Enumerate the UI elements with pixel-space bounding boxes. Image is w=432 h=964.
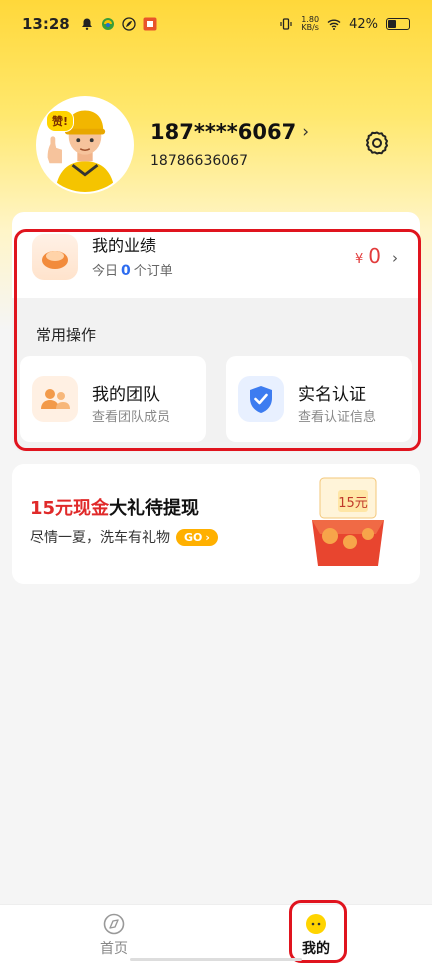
me-face-icon xyxy=(306,914,326,934)
promo-go-button[interactable]: GO › xyxy=(176,528,218,546)
bottom-nav: 首页 我的 xyxy=(0,904,432,964)
bell-icon xyxy=(81,18,92,30)
real-name-verify-card[interactable]: 实名认证 查看认证信息 xyxy=(226,356,412,442)
leaf-icon xyxy=(122,17,136,31)
shield-check-icon xyxy=(250,386,272,413)
battery-fill xyxy=(388,20,396,28)
chevron-right-icon: › xyxy=(205,530,210,544)
promo-subtitle-row: 尽情一夏，洗车有礼物 GO › xyxy=(30,527,218,547)
like-badge: 赞! xyxy=(46,110,75,132)
nav-home-label: 首页 xyxy=(100,941,128,957)
my-team-card[interactable]: 我的团队 查看团队成员 xyxy=(20,356,206,442)
promo-title-rest: 大礼待提现 xyxy=(109,498,200,519)
battery-icon xyxy=(386,18,410,30)
common-ops-title: 常用操作 xyxy=(36,326,97,344)
network-speed: 1.80 KB/s xyxy=(301,16,319,32)
team-icon xyxy=(41,389,70,409)
status-system-icons: 1.80 KB/s 42% xyxy=(279,16,410,32)
promo-title: 15元现金大礼待提现 xyxy=(30,494,199,520)
home-compass-icon xyxy=(103,913,125,935)
settings-gear-icon[interactable] xyxy=(362,128,392,158)
chevron-right-icon: › xyxy=(392,249,398,267)
verify-subtitle: 查看认证信息 xyxy=(298,410,377,425)
chevron-right-icon: › xyxy=(302,122,310,142)
performance-amount: 0 xyxy=(368,244,381,268)
promo-title-highlight: 15元现金 xyxy=(30,498,110,519)
my-team-title: 我的团队 xyxy=(92,385,160,405)
app-badge-icon xyxy=(143,17,157,31)
promo-banner[interactable]: 15元现金大礼待提现 尽情一夏，洗车有礼物 GO › 15元 xyxy=(12,464,420,584)
performance-icon xyxy=(32,234,78,280)
battery-percent: 42% xyxy=(349,16,378,32)
network-speed-unit: KB/s xyxy=(301,23,319,32)
order-count: 0 xyxy=(121,263,131,279)
vibrate-icon xyxy=(280,18,292,30)
go-label: GO xyxy=(184,530,203,544)
status-time: 13:28 xyxy=(22,15,70,33)
team-icon-tile xyxy=(32,376,78,422)
app-notification-icon xyxy=(101,18,114,30)
currency-symbol: ¥ xyxy=(354,252,364,267)
verify-title: 实名认证 xyxy=(298,385,366,405)
nav-me-label: 我的 xyxy=(302,941,330,957)
red-envelope-gift-icon: 15元 xyxy=(312,477,384,566)
verify-icon-tile xyxy=(238,376,284,422)
profile-name-link[interactable]: 187****6067 › xyxy=(150,120,309,144)
status-bar: 13:28 1.80 KB/s 42% xyxy=(0,0,432,48)
orders-label: 个订单 xyxy=(133,264,173,279)
performance-panel: 我的业绩 今日 0 个订单 ¥ 0 › 常用操作 我的团队 查看团队成员 实名认… xyxy=(12,212,420,452)
profile-name: 187****6067 xyxy=(150,120,297,144)
today-label: 今日 xyxy=(92,264,119,279)
my-team-subtitle: 查看团队成员 xyxy=(92,410,171,425)
performance-card[interactable]: 我的业绩 今日 0 个订单 ¥ 0 › xyxy=(12,212,420,298)
performance-title: 我的业绩 xyxy=(92,236,157,255)
nav-me[interactable]: 我的 xyxy=(276,913,356,958)
status-notification-icons xyxy=(80,17,157,31)
performance-chart-icon xyxy=(42,251,68,269)
performance-amount-link[interactable]: ¥ 0 › xyxy=(355,244,398,268)
performance-subtitle: 今日 0 个订单 xyxy=(92,260,173,279)
nav-home[interactable]: 首页 xyxy=(74,913,154,958)
profile-phone: 18786636067 xyxy=(150,153,248,169)
home-indicator xyxy=(130,958,302,961)
gift-label: 15元 xyxy=(338,496,368,511)
promo-subtitle: 尽情一夏，洗车有礼物 xyxy=(30,530,170,546)
wifi-icon xyxy=(327,19,341,30)
